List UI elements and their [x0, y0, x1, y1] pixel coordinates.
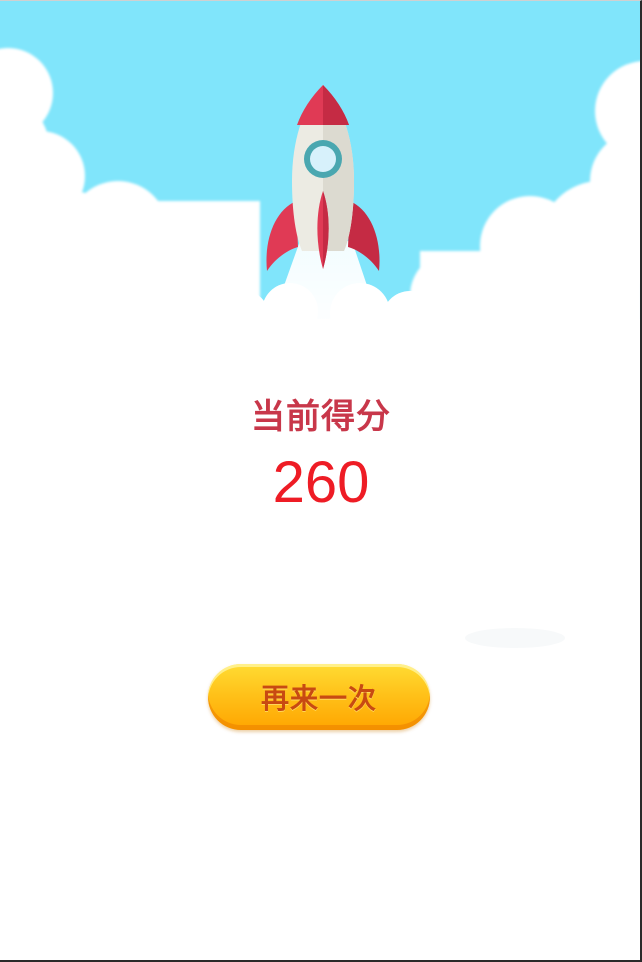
game-over-screen: 当前得分 260 再来一次 — [0, 0, 642, 962]
replay-button-label: 再来一次 — [260, 682, 377, 715]
sky-scene — [0, 1, 640, 361]
replay-button[interactable]: 再来一次 — [208, 664, 430, 730]
score-label: 当前得分 — [251, 397, 391, 437]
faint-cloud-icon — [465, 628, 565, 648]
score-value: 260 — [272, 450, 370, 515]
